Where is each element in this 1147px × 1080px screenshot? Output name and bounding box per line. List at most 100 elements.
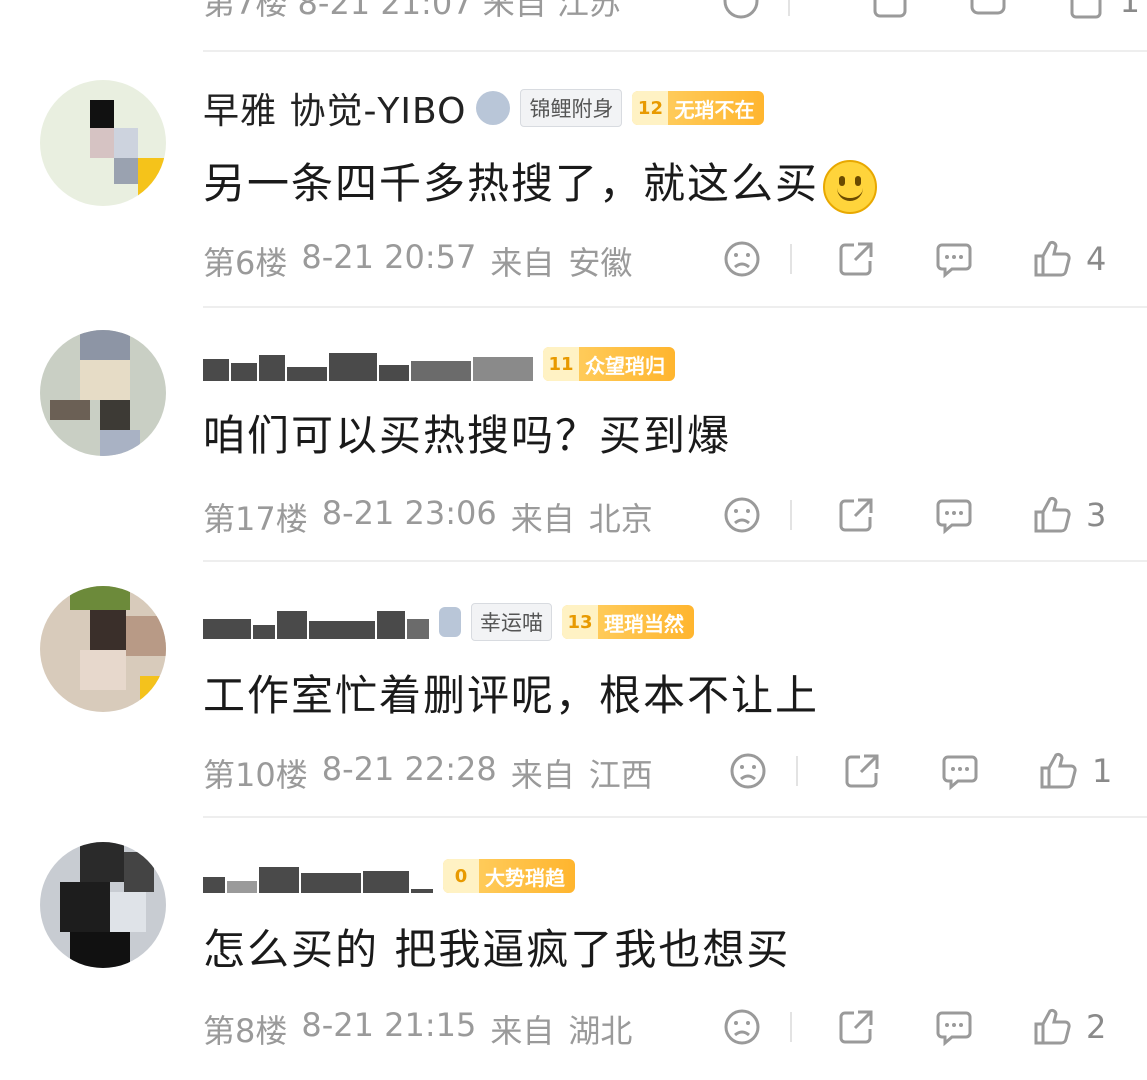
sad-face-icon[interactable]: [720, 493, 764, 537]
comment-icon[interactable]: [967, 0, 1009, 23]
comment-icon[interactable]: [932, 237, 976, 281]
location: 北京: [588, 500, 653, 538]
level-badge[interactable]: 0 大势琑趋: [443, 859, 575, 893]
level-title: 众望琑归: [585, 353, 665, 378]
name-row: 幸运喵 13 理琑当然: [203, 600, 694, 644]
fan-badge[interactable]: 锦鲤附身: [520, 89, 623, 127]
divider: [788, 0, 791, 16]
comment-text: 工作室忙着删评呢，根本不让上: [203, 671, 820, 720]
comment-date: 8-21 23:06: [321, 494, 497, 532]
level-title: 大势琑趋: [485, 865, 565, 890]
thumbs-up-icon[interactable]: [1065, 0, 1107, 23]
divider: [790, 244, 792, 274]
sad-face-icon[interactable]: [720, 0, 762, 23]
username[interactable]: 早雅 协觉-YIBO: [203, 82, 466, 134]
username-redacted[interactable]: [203, 859, 433, 893]
level-number: 0: [443, 859, 479, 893]
comment-item: 11 众望琑归 咱们可以买热搜吗？买到爆 第17楼 8-21 23:06 来自 …: [0, 330, 1147, 560]
name-row: 早雅 协觉-YIBO 锦鲤附身 12 无琑不在: [203, 86, 765, 132]
thumbs-up-icon[interactable]: [1030, 493, 1074, 537]
share-icon[interactable]: [834, 1005, 878, 1049]
from-label: 来自: [510, 500, 575, 538]
comment-partial: 第7楼 8-21 21:07 来自 江苏 1: [0, 0, 1147, 38]
level-title: 无琑不在: [674, 97, 755, 122]
row-divider: [203, 306, 1147, 308]
comment-meta: 第7楼 8-21 21:07 来自 江苏: [203, 0, 621, 24]
comment-icon[interactable]: [932, 1005, 976, 1049]
from-label: 来自: [510, 756, 575, 794]
level-badge[interactable]: 11 众望琑归: [543, 347, 675, 381]
comment-meta-text: 第7楼 8-21 21:07 来自 江苏: [203, 0, 621, 22]
avatar[interactable]: [40, 842, 166, 968]
avatar[interactable]: [40, 80, 166, 206]
comment-item: 0 大势琑趋 怎么买的 把我逼疯了我也想买 第8楼 8-21 21:15 来自 …: [0, 842, 1147, 1080]
thumbs-up-icon[interactable]: [1036, 749, 1080, 793]
fan-badge[interactable]: 幸运喵: [471, 603, 552, 641]
location: 湖北: [568, 1012, 633, 1050]
like-count: 4: [1086, 240, 1107, 278]
fish-icon: [439, 607, 461, 637]
comment-meta: 第17楼 8-21 23:06 来自 北京: [203, 494, 653, 540]
thumbs-up-icon[interactable]: [1030, 237, 1074, 281]
comment-date: 8-21 22:28: [321, 750, 497, 788]
share-icon[interactable]: [834, 493, 878, 537]
action-bar: 1: [720, 0, 1140, 24]
level-badge[interactable]: 12 无琑不在: [632, 91, 765, 125]
level-title: 理琑当然: [604, 611, 684, 636]
smile-emoji-icon: [823, 159, 878, 214]
avatar[interactable]: [40, 586, 166, 712]
comment-icon[interactable]: [932, 493, 976, 537]
like-count: 2: [1086, 1008, 1107, 1046]
level-number: 11: [543, 347, 579, 381]
location: 江西: [588, 756, 653, 794]
level-number: 13: [562, 605, 598, 639]
level-number: 12: [632, 91, 669, 125]
like-count: 1: [1092, 752, 1113, 790]
avatar[interactable]: [40, 330, 166, 456]
share-icon[interactable]: [840, 749, 884, 793]
share-icon[interactable]: [868, 0, 910, 23]
sad-face-icon[interactable]: [726, 749, 770, 793]
comment-date: 8-21 20:57: [301, 238, 477, 276]
comment-item: 幸运喵 13 理琑当然 工作室忙着删评呢，根本不让上 第10楼 8-21 22:…: [0, 586, 1147, 816]
comment-text: 另一条四千多热搜了，就这么买: [203, 150, 878, 214]
action-bar: 3: [720, 492, 1140, 538]
sad-face-icon[interactable]: [720, 1005, 764, 1049]
comment-item: 早雅 协觉-YIBO 锦鲤附身 12 无琑不在 另一条四千多热搜了，就这么买 第…: [0, 80, 1147, 310]
comment-text-content: 另一条四千多热搜了，就这么买: [203, 159, 820, 208]
divider: [790, 500, 792, 530]
level-badge[interactable]: 13 理琑当然: [562, 605, 694, 639]
divider: [790, 1012, 792, 1042]
action-bar: 2: [720, 1004, 1140, 1050]
comment-text: 怎么买的 把我逼疯了我也想买: [203, 925, 791, 974]
like-count: 1: [1119, 0, 1140, 20]
floor-number: 第10楼: [203, 756, 308, 794]
floor-number: 第6楼: [203, 244, 288, 282]
comment-meta: 第6楼 8-21 20:57 来自 安徽: [203, 238, 632, 284]
username-redacted[interactable]: [203, 605, 429, 639]
divider: [796, 756, 798, 786]
action-bar: 4: [720, 236, 1140, 282]
comment-meta: 第10楼 8-21 22:28 来自 江西: [203, 750, 653, 796]
row-divider: [203, 816, 1147, 818]
comment-date: 8-21 21:15: [301, 1006, 477, 1044]
floor-number: 第8楼: [203, 1012, 288, 1050]
fish-icon: [476, 91, 511, 125]
from-label: 来自: [490, 1012, 555, 1050]
like-count: 3: [1086, 496, 1107, 534]
share-icon[interactable]: [834, 237, 878, 281]
row-divider: [203, 50, 1147, 52]
sad-face-icon[interactable]: [720, 237, 764, 281]
location: 安徽: [568, 244, 633, 282]
username-redacted[interactable]: [203, 347, 533, 381]
row-divider: [203, 560, 1147, 562]
comment-meta: 第8楼 8-21 21:15 来自 湖北: [203, 1006, 632, 1052]
floor-number: 第17楼: [203, 500, 308, 538]
name-row: 11 众望琑归: [203, 342, 675, 386]
action-bar: 1: [726, 748, 1146, 794]
thumbs-up-icon[interactable]: [1030, 1005, 1074, 1049]
comment-text: 咱们可以买热搜吗？买到爆: [203, 411, 732, 460]
comment-icon[interactable]: [938, 749, 982, 793]
name-row: 0 大势琑趋: [203, 854, 575, 898]
from-label: 来自: [490, 244, 555, 282]
